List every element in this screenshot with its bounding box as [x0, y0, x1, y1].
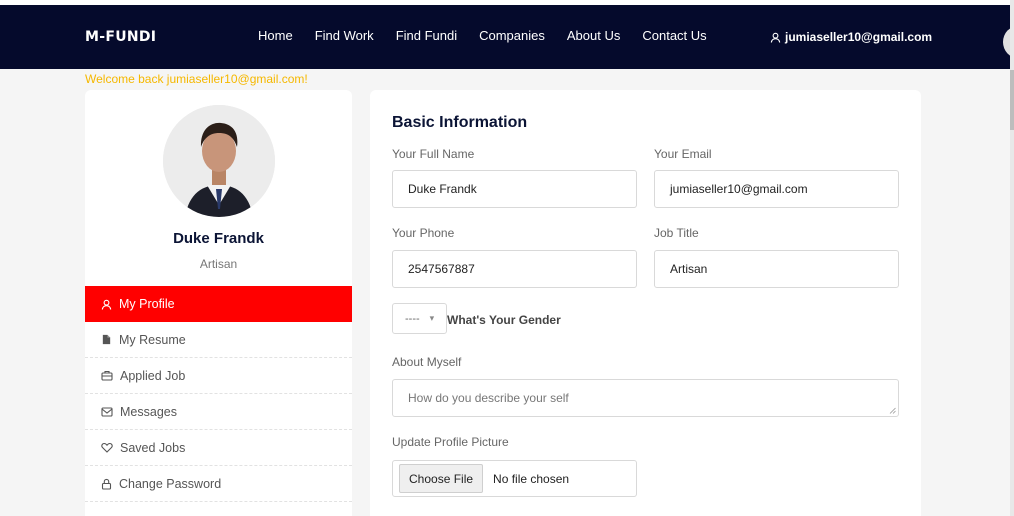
full-name-input[interactable]: Duke Frandk [392, 170, 637, 208]
profile-sidebar: Duke Frandk Artisan My Profile My Resume… [85, 90, 352, 516]
about-textarea[interactable]: How do you describe your self [392, 379, 899, 417]
sidebar-item-my-profile[interactable]: My Profile [85, 286, 352, 322]
nav-link-companies[interactable]: Companies [479, 28, 545, 43]
nav-link-contact-us[interactable]: Contact Us [642, 28, 706, 43]
sidebar-item-label: Messages [120, 404, 177, 419]
gender-select[interactable]: ---- ▾ [392, 303, 447, 334]
sidebar-item-label: My Profile [119, 297, 175, 311]
sidebar-item-label: Applied Job [120, 368, 186, 383]
sidebar-item-my-resume[interactable]: My Resume [85, 322, 352, 358]
resize-grip-icon[interactable] [889, 407, 896, 414]
sidebar-item-label: Change Password [119, 476, 222, 491]
profile-name: Duke Frandk [173, 230, 264, 247]
sidebar-item-change-password[interactable]: Change Password [85, 466, 352, 502]
profile-picture-file-input[interactable]: Choose File No file chosen [392, 460, 637, 497]
sidebar-menu: My Profile My Resume Applied Job Message… [85, 286, 352, 502]
user-icon [101, 299, 112, 310]
about-placeholder: How do you describe your self [408, 391, 569, 405]
about-label: About Myself [392, 355, 462, 369]
gender-select-value: ---- [405, 312, 420, 325]
user-icon [770, 32, 781, 43]
nav-link-home[interactable]: Home [258, 28, 293, 43]
sidebar-item-label: Saved Jobs [120, 440, 186, 455]
sidebar-item-label: My Resume [119, 332, 186, 347]
sidebar-item-messages[interactable]: Messages [85, 394, 352, 430]
nav-link-find-work[interactable]: Find Work [315, 28, 374, 43]
panel-title: Basic Information [392, 114, 528, 131]
user-account-link[interactable]: jumiaseller10@gmail.com [770, 30, 932, 44]
email-input[interactable]: jumiaseller10@gmail.com [654, 170, 899, 208]
nav-link-about-us[interactable]: About Us [567, 28, 620, 43]
heart-icon [101, 442, 113, 453]
phone-label: Your Phone [392, 226, 455, 240]
page-scrollbar[interactable] [1010, 0, 1014, 516]
user-email: jumiaseller10@gmail.com [785, 30, 933, 44]
brand-logo[interactable]: M-FUNDI [85, 29, 156, 45]
lock-icon [101, 478, 112, 490]
chevron-down-icon: ▾ [429, 313, 435, 323]
navbar: M-FUNDI Home Find Work Find Fundi Compan… [0, 5, 1010, 69]
phone-input[interactable]: 2547567887 [392, 250, 637, 288]
nav-link-find-fundi[interactable]: Find Fundi [396, 28, 457, 43]
choose-file-button[interactable]: Choose File [399, 464, 484, 493]
profile-role: Artisan [199, 257, 238, 271]
scrollbar-thumb[interactable] [1010, 70, 1014, 130]
job-title-label: Job Title [654, 226, 699, 240]
gender-label: What's Your Gender [447, 313, 561, 327]
no-file-text: No file chosen [493, 471, 570, 486]
file-icon [102, 334, 111, 345]
nav-links: Home Find Work Find Fundi Companies Abou… [258, 28, 729, 43]
basic-info-panel: Basic Information Your Full Name Duke Fr… [370, 90, 921, 516]
welcome-message: Welcome back jumiaseller10@gmail.com! [85, 72, 308, 86]
sidebar-item-saved-jobs[interactable]: Saved Jobs [85, 430, 352, 466]
briefcase-icon [101, 370, 113, 381]
mail-icon [101, 406, 113, 417]
sidebar-item-applied-job[interactable]: Applied Job [85, 358, 352, 394]
picture-label: Update Profile Picture [392, 435, 509, 449]
profile-photo [163, 105, 275, 217]
job-title-input[interactable]: Artisan [654, 250, 899, 288]
email-label: Your Email [654, 147, 712, 161]
full-name-label: Your Full Name [392, 147, 475, 161]
